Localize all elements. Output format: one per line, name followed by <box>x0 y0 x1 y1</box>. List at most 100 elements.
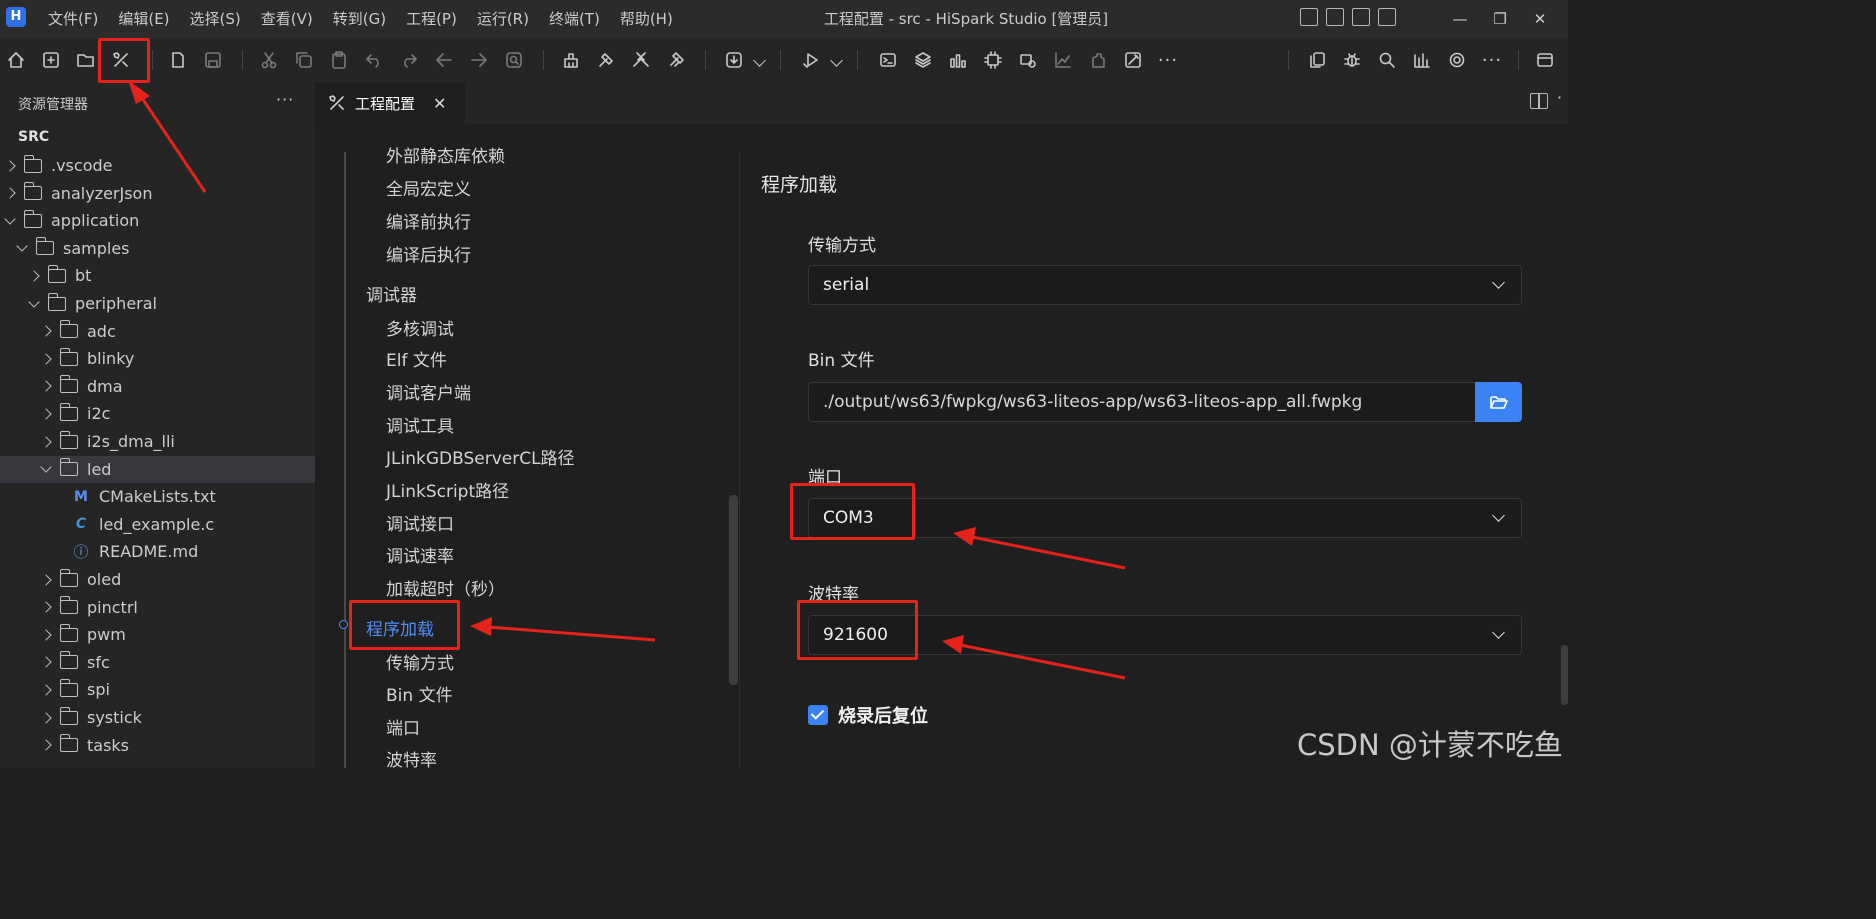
stack-analysis-icon[interactable] <box>944 46 972 74</box>
find-icon[interactable] <box>500 46 528 74</box>
undo-icon[interactable] <box>360 46 388 74</box>
chevron-right-icon[interactable] <box>40 325 52 337</box>
tree-folder[interactable]: analyzerJson <box>0 180 315 207</box>
nav-item[interactable]: 调试工具 <box>386 412 454 437</box>
restore-icon[interactable]: ❐ <box>1480 0 1520 38</box>
nav-item[interactable]: 编译前执行 <box>386 208 471 233</box>
nav-item[interactable]: 外部静态库依赖 <box>386 142 505 167</box>
menu-run[interactable]: 运行(R) <box>467 0 539 38</box>
explorer-root[interactable]: SRC <box>18 129 49 145</box>
chevron-down-icon[interactable] <box>4 213 16 225</box>
menu-terminal[interactable]: 终端(T) <box>539 0 610 38</box>
chart-icon[interactable] <box>1049 46 1077 74</box>
new-project-icon[interactable] <box>37 46 65 74</box>
layers-icon[interactable] <box>909 46 937 74</box>
nav-item[interactable]: Elf 文件 <box>386 346 447 371</box>
chevron-right-icon[interactable] <box>40 573 52 586</box>
chevron-right-icon[interactable] <box>40 601 52 613</box>
chevron-right-icon[interactable] <box>28 270 40 282</box>
form-scrollbar[interactable] <box>1561 645 1568 705</box>
overflow-icon[interactable]: ··· <box>1478 46 1506 74</box>
chevron-right-icon[interactable] <box>40 711 52 724</box>
tree-folder[interactable]: blinky <box>0 345 315 372</box>
chevron-right-icon[interactable] <box>40 684 52 696</box>
chevron-down-icon[interactable] <box>40 461 52 473</box>
menu-view[interactable]: 查看(V) <box>251 0 323 38</box>
nav-item[interactable]: Bin 文件 <box>386 681 453 706</box>
rebuild-icon[interactable] <box>627 46 655 74</box>
toggle-panel-icon[interactable] <box>1326 8 1344 26</box>
nav-item[interactable]: 加载超时（秒） <box>386 575 505 600</box>
tree-folder[interactable]: pinctrl <box>0 594 315 621</box>
close-window-icon[interactable]: ✕ <box>1520 0 1560 38</box>
transfer-mode-select[interactable]: serial <box>808 265 1522 305</box>
forward-icon[interactable] <box>465 46 493 74</box>
tab-project-config[interactable]: 工程配置 ✕ <box>315 82 465 124</box>
minimize-icon[interactable]: — <box>1440 0 1480 38</box>
tree-folder[interactable]: dma <box>0 373 315 400</box>
tree-file[interactable]: M CMakeLists.txt <box>0 483 315 510</box>
chevron-down-icon[interactable] <box>16 240 28 252</box>
chevron-right-icon[interactable] <box>40 380 52 392</box>
nav-item[interactable]: JLinkGDBServerCL路径 <box>386 444 575 469</box>
editor-icon[interactable] <box>1119 46 1147 74</box>
settings-gear-icon[interactable] <box>1443 46 1471 74</box>
chevron-down-icon[interactable] <box>830 54 843 67</box>
search-icon[interactable] <box>1373 46 1401 74</box>
port-select[interactable]: COM3 <box>808 498 1522 538</box>
plugin-icon[interactable] <box>1084 46 1112 74</box>
chevron-right-icon[interactable] <box>40 629 52 641</box>
save-icon[interactable] <box>199 46 227 74</box>
nav-item[interactable]: 调试速率 <box>386 542 454 567</box>
explorer-more-icon[interactable]: ··· <box>276 90 294 109</box>
copy-files-icon[interactable] <box>1303 46 1331 74</box>
download-icon[interactable] <box>720 46 748 74</box>
tree-folder[interactable]: sfc <box>0 649 315 676</box>
toggle-sidebar-icon[interactable] <box>1300 8 1318 26</box>
nav-item[interactable]: 传输方式 <box>386 649 454 674</box>
tree-folder[interactable]: adc <box>0 318 315 345</box>
analysis-icon[interactable] <box>1408 46 1436 74</box>
nav-item[interactable]: 端口 <box>386 714 420 739</box>
reset-after-burn-checkbox[interactable] <box>808 705 828 725</box>
tree-folder[interactable]: .vscode <box>0 152 315 179</box>
chevron-right-icon[interactable] <box>40 656 52 668</box>
tree-folder[interactable]: application <box>0 207 315 234</box>
tree-folder[interactable]: i2s_dma_lli <box>0 428 315 455</box>
split-editor-icon[interactable] <box>1530 93 1548 109</box>
chevron-right-icon[interactable] <box>4 159 16 172</box>
tree-folder[interactable]: spi <box>0 676 315 703</box>
nav-item[interactable]: 多核调试 <box>386 315 454 340</box>
tree-folder[interactable]: led <box>0 455 315 483</box>
open-folder-icon[interactable] <box>72 46 100 74</box>
back-icon[interactable] <box>430 46 458 74</box>
nav-item[interactable]: JLinkScript路径 <box>386 477 509 502</box>
chevron-down-icon[interactable] <box>753 54 766 67</box>
redo-icon[interactable] <box>395 46 423 74</box>
more-tools-icon[interactable]: ··· <box>1154 46 1182 74</box>
customize-layout-icon[interactable] <box>1378 8 1396 26</box>
tree-file[interactable]: Cled_example.c <box>0 511 315 538</box>
nav-item[interactable]: 调试接口 <box>386 510 454 535</box>
build-icon[interactable] <box>592 46 620 74</box>
chevron-right-icon[interactable] <box>40 739 52 751</box>
nav-scrollbar[interactable] <box>729 495 738 685</box>
cut-icon[interactable] <box>255 46 283 74</box>
menu-project[interactable]: 工程(P) <box>396 0 467 38</box>
tree-folder[interactable]: bt <box>0 262 315 289</box>
tree-folder[interactable]: i2c <box>0 400 315 427</box>
new-file-icon[interactable] <box>164 46 192 74</box>
menu-edit[interactable]: 编辑(E) <box>108 0 179 38</box>
copy-icon[interactable] <box>290 46 318 74</box>
chevron-right-icon[interactable] <box>4 187 16 199</box>
home-icon[interactable] <box>2 46 30 74</box>
run-debug-icon[interactable] <box>797 46 825 74</box>
burn-icon[interactable] <box>662 46 690 74</box>
nav-item[interactable]: 波特率 <box>386 746 437 771</box>
debug-bug-icon[interactable] <box>1338 46 1366 74</box>
nav-group[interactable]: 调试器 <box>366 281 417 306</box>
tree-folder[interactable]: samples <box>0 235 315 262</box>
menu-help[interactable]: 帮助(H) <box>610 0 683 38</box>
terminal-icon[interactable] <box>874 46 902 74</box>
tree-folder[interactable]: peripheral <box>0 290 315 317</box>
